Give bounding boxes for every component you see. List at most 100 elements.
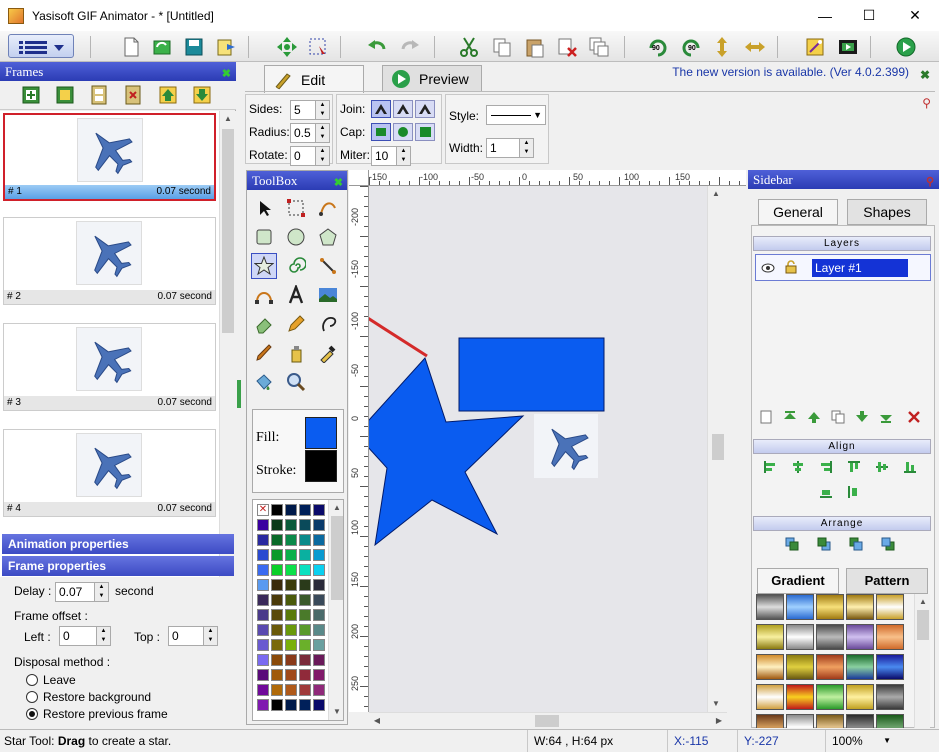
color-swatch[interactable]: [271, 579, 283, 591]
gradient-swatch[interactable]: [756, 684, 784, 710]
delete-layer-icon[interactable]: [907, 410, 921, 424]
pin-icon[interactable]: ⚲: [922, 96, 931, 110]
layer-bottom-icon[interactable]: [879, 410, 893, 424]
gradient-swatches[interactable]: [756, 594, 910, 728]
top-offset-input[interactable]: 0 ▲ ▼: [168, 626, 218, 646]
color-swatch[interactable]: [257, 519, 269, 531]
update-notice[interactable]: The new version is available. (Ver 4.0.2…: [672, 65, 909, 79]
color-swatch[interactable]: [285, 594, 297, 606]
node-edit-tool[interactable]: [315, 195, 341, 221]
color-swatch[interactable]: ✕: [257, 504, 269, 516]
join-miter-button[interactable]: [371, 100, 391, 118]
color-swatch[interactable]: [299, 624, 311, 636]
layer-name[interactable]: Layer #1: [812, 259, 908, 277]
color-swatch[interactable]: [271, 624, 283, 636]
undo-icon[interactable]: [366, 36, 388, 58]
eraser-tool[interactable]: [251, 311, 277, 337]
gradient-swatch[interactable]: [786, 714, 814, 728]
disposal-restore-background-radio[interactable]: Restore background: [26, 690, 151, 704]
color-swatch[interactable]: [313, 699, 325, 711]
color-swatch[interactable]: [299, 609, 311, 621]
color-swatch[interactable]: [271, 699, 283, 711]
layer-top-icon[interactable]: [783, 410, 797, 424]
color-swatch[interactable]: [285, 624, 297, 636]
canvas-vscrollbar[interactable]: ▲ ▼: [707, 186, 727, 712]
color-swatch[interactable]: [299, 504, 311, 516]
rotate-cw-90-icon[interactable]: 90: [680, 36, 702, 58]
gradient-swatch[interactable]: [846, 624, 874, 650]
gradient-swatch[interactable]: [876, 714, 904, 728]
polygon-tool[interactable]: [315, 224, 341, 250]
color-swatch[interactable]: [299, 579, 311, 591]
color-swatch[interactable]: [285, 579, 297, 591]
color-swatch[interactable]: [285, 699, 297, 711]
color-swatch[interactable]: [313, 504, 325, 516]
lasso-tool[interactable]: [315, 311, 341, 337]
gradient-swatch[interactable]: [816, 684, 844, 710]
tab-gradient[interactable]: Gradient: [757, 568, 839, 594]
gradient-swatch[interactable]: [756, 594, 784, 620]
tab-preview[interactable]: Preview: [382, 65, 482, 91]
color-swatch[interactable]: [313, 594, 325, 606]
align-top-icon[interactable]: [847, 460, 861, 474]
color-swatch[interactable]: [257, 609, 269, 621]
distribute-vertical-icon[interactable]: [847, 485, 861, 499]
frame-item[interactable]: # 3 0.07 second: [3, 323, 216, 411]
maximize-button[interactable]: ☐: [846, 0, 892, 31]
send-backward-icon[interactable]: [849, 537, 863, 551]
insert-frame-icon[interactable]: [54, 84, 76, 106]
rotate-ccw-90-icon[interactable]: 90: [647, 36, 669, 58]
duplicate-icon[interactable]: [588, 36, 610, 58]
gradient-swatch[interactable]: [756, 714, 784, 728]
remove-frame-icon[interactable]: [122, 84, 144, 106]
gradient-swatch[interactable]: [756, 654, 784, 680]
color-swatch[interactable]: [299, 639, 311, 651]
color-swatch[interactable]: [285, 654, 297, 666]
color-swatch[interactable]: [257, 579, 269, 591]
color-swatch[interactable]: [271, 684, 283, 696]
stroke-style-select[interactable]: ▼: [486, 105, 546, 125]
cap-square-button[interactable]: [415, 123, 435, 141]
bring-forward-icon[interactable]: [817, 537, 831, 551]
color-swatch[interactable]: [299, 519, 311, 531]
export-icon[interactable]: [215, 36, 237, 58]
color-swatch[interactable]: [257, 669, 269, 681]
gradient-swatch[interactable]: [846, 594, 874, 620]
gradient-swatch[interactable]: [846, 684, 874, 710]
paste-icon[interactable]: [524, 36, 546, 58]
copy-icon[interactable]: [491, 36, 513, 58]
open-file-icon[interactable]: [151, 36, 173, 58]
miter-input[interactable]: 10 ▲ ▼: [371, 146, 411, 166]
stroke-width-input[interactable]: 1 ▲ ▼: [486, 138, 534, 158]
color-swatch[interactable]: [285, 669, 297, 681]
gradient-swatch[interactable]: [816, 624, 844, 650]
color-swatch[interactable]: [257, 594, 269, 606]
color-swatch[interactable]: [313, 684, 325, 696]
frame-item[interactable]: # 4 0.07 second: [3, 429, 216, 517]
move-frame-up-icon[interactable]: [157, 84, 179, 106]
color-swatch[interactable]: [271, 519, 283, 531]
line-tool[interactable]: [315, 253, 341, 279]
new-file-icon[interactable]: [120, 36, 142, 58]
tab-shapes[interactable]: Shapes: [847, 199, 927, 225]
gradient-swatch[interactable]: [816, 714, 844, 728]
color-swatch[interactable]: [299, 534, 311, 546]
flip-vertical-icon[interactable]: [711, 36, 733, 58]
new-layer-icon[interactable]: [759, 410, 773, 424]
minimize-button[interactable]: —: [802, 0, 848, 31]
color-swatch[interactable]: [271, 534, 283, 546]
flip-horizontal-icon[interactable]: [744, 36, 766, 58]
color-swatch[interactable]: [313, 519, 325, 531]
color-swatch[interactable]: [313, 609, 325, 621]
redo-icon[interactable]: [399, 36, 421, 58]
color-swatch[interactable]: [257, 534, 269, 546]
toolbox-close-icon[interactable]: ✖: [334, 174, 343, 193]
color-swatch[interactable]: [299, 564, 311, 576]
tab-general[interactable]: General: [758, 199, 838, 225]
color-swatch[interactable]: [271, 504, 283, 516]
align-middle-icon[interactable]: [875, 460, 889, 474]
delete-icon[interactable]: [556, 36, 578, 58]
duplicate-layer-icon[interactable]: [831, 410, 845, 424]
panel-splitter-handle[interactable]: [237, 380, 241, 408]
color-swatch[interactable]: [313, 639, 325, 651]
